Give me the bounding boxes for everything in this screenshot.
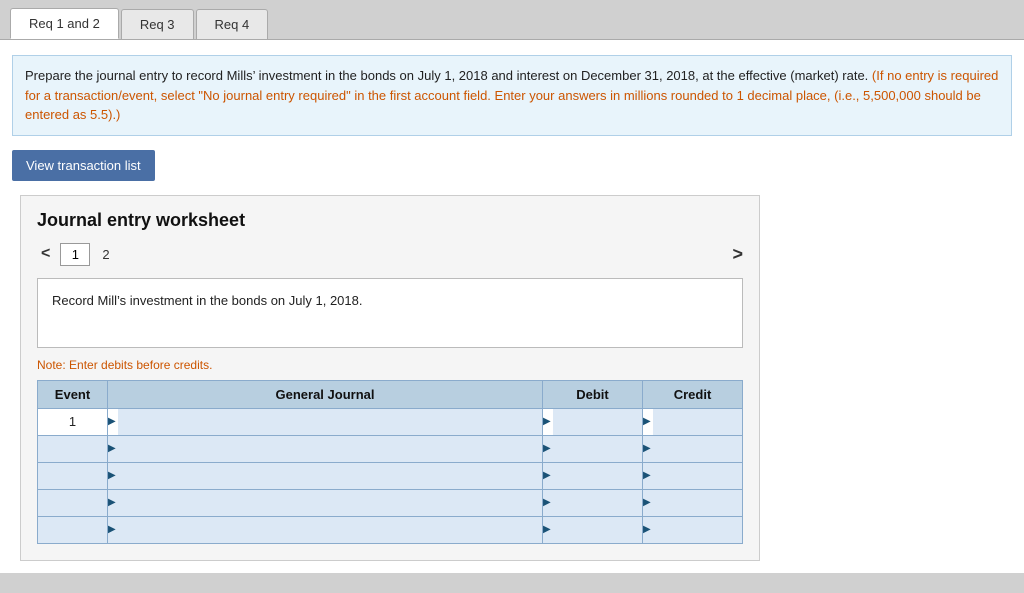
debit-cell[interactable]: ▶ [543,489,643,516]
main-content: Prepare the journal entry to record Mill… [0,39,1024,573]
cell-arrow-icon: ▶ [543,524,551,535]
event-cell [38,435,108,462]
nav-next-button[interactable]: > [732,244,743,265]
debit-cell[interactable]: ▶ [543,516,643,543]
table-row: ▶ ▶ ▶ [38,435,743,462]
credit-input[interactable] [653,490,742,516]
general-journal-cell[interactable]: ▶ [108,516,543,543]
total-pages-num: 2 [96,244,115,265]
general-journal-input[interactable] [118,409,542,435]
cell-arrow-icon: ▶ [643,470,651,481]
view-transaction-button[interactable]: View transaction list [12,150,155,181]
debit-cell[interactable]: ▶ [543,408,643,435]
credit-cell[interactable]: ▶ [643,516,743,543]
event-cell [38,516,108,543]
debit-input[interactable] [553,436,642,462]
general-journal-input[interactable] [118,436,542,462]
cell-arrow-icon: ▶ [543,497,551,508]
journal-table: Event General Journal Debit Credit [37,380,743,544]
credit-cell[interactable]: ▶ [643,408,743,435]
app-container: Req 1 and 2 Req 3 Req 4 Prepare the jour… [0,0,1024,593]
event-cell [38,462,108,489]
tab-req3[interactable]: Req 3 [121,9,194,39]
debit-cell[interactable]: ▶ [543,462,643,489]
cell-arrow-icon: ▶ [543,443,551,454]
cell-arrow-icon: ▶ [643,497,651,508]
nav-prev-button[interactable]: < [37,243,54,265]
description-box: Record Mill’s investment in the bonds on… [37,278,743,348]
tab-req1-2-label: Req 1 and 2 [29,16,100,31]
table-row: ▶ ▶ ▶ [38,489,743,516]
info-box: Prepare the journal entry to record Mill… [12,55,1012,136]
debit-cell[interactable]: ▶ [543,435,643,462]
tab-req1-2[interactable]: Req 1 and 2 [10,8,119,39]
tabs-bar: Req 1 and 2 Req 3 Req 4 [0,0,1024,39]
col-general-journal: General Journal [108,380,543,408]
col-debit: Debit [543,380,643,408]
cell-arrow-icon: ▶ [108,443,116,454]
debit-input[interactable] [553,463,642,489]
cell-arrow-icon: ▶ [643,524,651,535]
general-journal-cell[interactable]: ▶ [108,462,543,489]
journal-worksheet: Journal entry worksheet < 1 2 > Record M… [20,195,760,561]
credit-input[interactable] [653,463,742,489]
event-cell: 1 [38,408,108,435]
cell-arrow-icon: ▶ [643,443,651,454]
credit-cell[interactable]: ▶ [643,435,743,462]
table-row: ▶ ▶ ▶ [38,462,743,489]
cell-arrow-icon: ▶ [543,416,551,427]
cell-arrow-icon: ▶ [108,524,116,535]
debit-input[interactable] [553,490,642,516]
general-journal-input[interactable] [118,463,542,489]
instructions-main: Prepare the journal entry to record Mill… [25,68,868,83]
description-text: Record Mill’s investment in the bonds on… [52,293,362,308]
cell-arrow-icon: ▶ [108,497,116,508]
credit-input[interactable] [653,517,742,543]
current-page-num: 1 [72,247,79,262]
general-journal-cell[interactable]: ▶ [108,435,543,462]
current-page-box: 1 [60,243,90,266]
note-text: Note: Enter debits before credits. [37,358,743,372]
journal-worksheet-title: Journal entry worksheet [37,210,743,231]
cell-arrow-icon: ▶ [543,470,551,481]
tab-req4[interactable]: Req 4 [196,9,269,39]
col-event: Event [38,380,108,408]
cell-arrow-icon: ▶ [643,416,651,427]
table-header-row: Event General Journal Debit Credit [38,380,743,408]
cell-arrow-icon: ▶ [108,416,116,427]
debit-input[interactable] [553,517,642,543]
debit-input[interactable] [553,409,642,435]
credit-input[interactable] [653,436,742,462]
journal-table-body: 1▶▶▶▶▶▶▶▶▶▶▶▶▶▶▶ [38,408,743,543]
credit-cell[interactable]: ▶ [643,462,743,489]
nav-row: < 1 2 > [37,243,743,266]
event-cell [38,489,108,516]
general-journal-cell[interactable]: ▶ [108,408,543,435]
table-row: ▶ ▶ ▶ [38,516,743,543]
cell-arrow-icon: ▶ [108,470,116,481]
credit-cell[interactable]: ▶ [643,489,743,516]
general-journal-cell[interactable]: ▶ [108,489,543,516]
tab-req3-label: Req 3 [140,17,175,32]
credit-input[interactable] [653,409,742,435]
table-row: 1▶▶▶ [38,408,743,435]
general-journal-input[interactable] [118,490,542,516]
general-journal-input[interactable] [118,517,542,543]
tab-req4-label: Req 4 [215,17,250,32]
col-credit: Credit [643,380,743,408]
